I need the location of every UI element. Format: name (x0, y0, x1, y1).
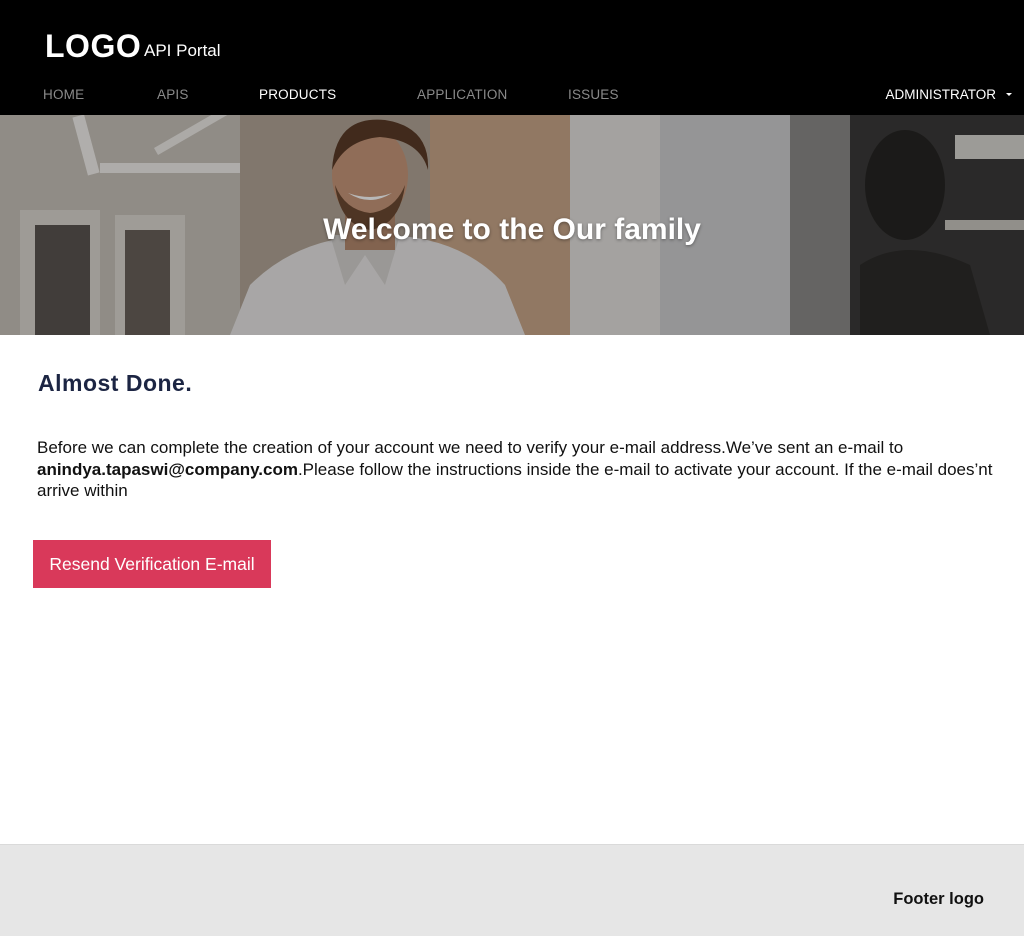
email-address: anindya.tapaswi@company.com (37, 459, 298, 479)
resend-verification-button[interactable]: Resend Verification E-mail (33, 540, 271, 588)
nav-item-products[interactable]: PRODUCTS (259, 87, 336, 102)
footer-logo: Footer logo (893, 890, 984, 908)
caret-down-icon (1006, 93, 1012, 96)
user-menu-label: ADMINISTRATOR (885, 87, 996, 102)
hero-title: Welcome to the Our family (323, 213, 701, 246)
message-text-start: Before we can complete the creation of y… (37, 438, 904, 457)
nav-item-apis[interactable]: APIS (157, 87, 189, 102)
page-footer: Footer logo (0, 844, 1024, 936)
portal-name: API Portal (144, 41, 221, 60)
hero-banner: Welcome to the Our family (0, 115, 1024, 335)
nav-item-application[interactable]: APPLICATION (417, 87, 507, 102)
user-menu[interactable]: ADMINISTRATOR (885, 87, 1012, 102)
top-header: LOGO API Portal HOME APIS PRODUCTS APPLI… (0, 0, 1024, 115)
nav-item-home[interactable]: HOME (43, 87, 84, 102)
verification-message: Before we can complete the creation of y… (37, 437, 997, 502)
nav-item-issues[interactable]: ISSUES (568, 87, 619, 102)
page-heading: Almost Done. (38, 370, 193, 396)
site-logo[interactable]: LOGO (45, 28, 141, 65)
